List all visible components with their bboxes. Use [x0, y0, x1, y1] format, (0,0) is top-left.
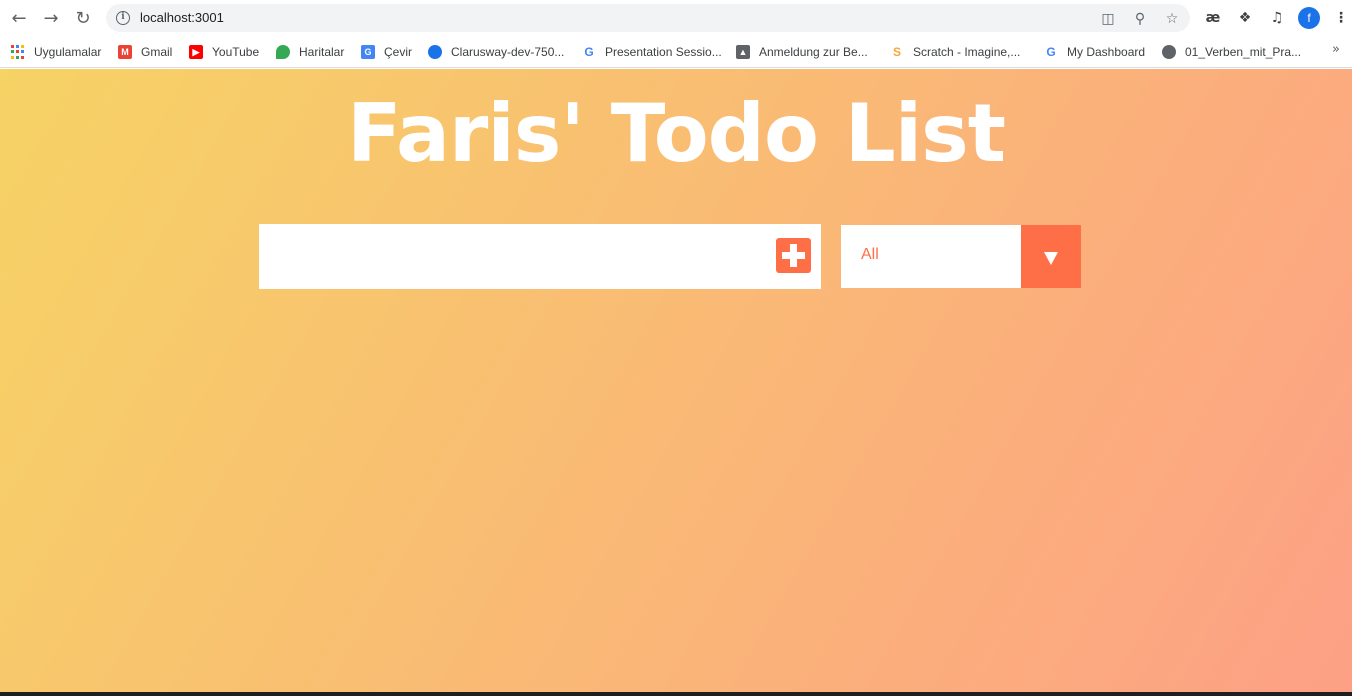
browser-toolbar: ← → ↻ i localhost:3001 ◫ ⚲ ☆ æ ❖ ♫ f ⋮ [0, 0, 1352, 36]
chevron-down-icon [1044, 252, 1058, 265]
bookmark-translate[interactable]: G Çevir [361, 42, 412, 62]
back-icon[interactable]: ← [7, 6, 31, 30]
avatar[interactable]: f [1298, 7, 1320, 29]
add-todo-button[interactable] [776, 238, 811, 273]
app-page: Faris' Todo List All [0, 69, 1352, 696]
translate-icon: G [361, 45, 375, 59]
address-bar[interactable]: i localhost:3001 ◫ ⚲ ☆ [106, 4, 1190, 32]
bookmarks-bar: Uygulamalar M Gmail ▶ YouTube Haritalar … [0, 36, 1352, 68]
menu-icon[interactable]: ⋮ [1331, 8, 1351, 28]
google-icon: G [582, 45, 596, 59]
site-info-icon[interactable]: i [116, 11, 130, 25]
bookmark-maps[interactable]: Haritalar [276, 42, 344, 62]
bookmark-label: Gmail [141, 45, 173, 59]
taskbar-strip [0, 692, 1352, 696]
bookmark-label: 01_Verben_mit_Pra... [1185, 45, 1302, 59]
translate-icon[interactable]: ◫ [1099, 10, 1117, 28]
zoom-icon[interactable]: ⚲ [1131, 10, 1149, 28]
media-icon[interactable]: ♫ [1267, 8, 1287, 28]
star-icon[interactable]: ☆ [1163, 10, 1181, 28]
bookmark-label: Anmeldung zur Be... [759, 45, 868, 59]
bookmark-clarusway[interactable]: Clarusway-dev-750... [428, 42, 564, 62]
bookmark-label: Presentation Sessio... [605, 45, 722, 59]
bookmark-presentation[interactable]: G Presentation Sessio... [582, 42, 722, 62]
apps-icon [11, 45, 25, 59]
globe-icon [1162, 45, 1176, 59]
todo-input[interactable] [259, 224, 821, 289]
puzzle-icon[interactable]: ❖ [1235, 8, 1255, 28]
ae-extension-icon[interactable]: æ [1203, 8, 1223, 28]
filter-selected-value: All [861, 246, 879, 263]
bookmark-label: My Dashboard [1067, 45, 1146, 59]
bookmark-gmail[interactable]: M Gmail [118, 42, 172, 62]
dropdown-toggle[interactable] [1021, 225, 1081, 288]
bookmark-verben[interactable]: 01_Verben_mit_Pra... [1162, 42, 1301, 62]
bookmark-scratch[interactable]: S Scratch - Imagine,... [890, 42, 1020, 62]
more-bookmarks-icon[interactable]: » [1332, 42, 1340, 57]
circle-icon [428, 45, 442, 59]
youtube-icon: ▶ [189, 45, 203, 59]
scratch-icon: S [890, 45, 904, 59]
forward-icon[interactable]: → [39, 6, 63, 30]
bookmark-label: Çevir [384, 45, 413, 59]
bookmark-label: Uygulamalar [34, 45, 102, 59]
bookmark-label: Haritalar [299, 45, 345, 59]
bookmark-anmeldung[interactable]: ▲ Anmeldung zur Be... [736, 42, 868, 62]
page-title: Faris' Todo List [346, 87, 1006, 180]
bookmark-label: Clarusway-dev-750... [451, 45, 565, 59]
bookmark-youtube[interactable]: ▶ YouTube [189, 42, 259, 62]
filter-select[interactable]: All [841, 225, 1081, 288]
bookmark-dashboard[interactable]: G My Dashboard [1044, 42, 1145, 62]
bookmark-apps[interactable]: Uygulamalar [11, 42, 101, 62]
bookmark-label: Scratch - Imagine,... [913, 45, 1021, 59]
url-text[interactable]: localhost:3001 [140, 10, 224, 25]
bookmark-label: YouTube [212, 45, 260, 59]
gmail-icon: M [118, 45, 132, 59]
maps-icon [276, 45, 290, 59]
google-icon: G [1044, 45, 1058, 59]
reload-icon[interactable]: ↻ [71, 6, 95, 30]
graduation-icon: ▲ [736, 45, 750, 59]
